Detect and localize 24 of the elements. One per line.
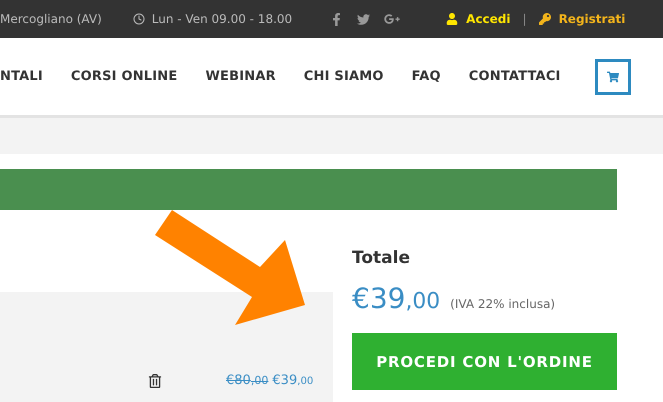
- google-plus-icon[interactable]: [384, 11, 400, 27]
- user-icon: [446, 13, 458, 25]
- nav-link[interactable]: CORSI ONLINE: [70, 69, 178, 84]
- nav-link[interactable]: NTALI: [0, 69, 43, 84]
- separator: |: [522, 12, 527, 26]
- opening-hours: Lun - Ven 09.00 - 18.00: [152, 12, 292, 26]
- cart-icon: [606, 70, 619, 82]
- login-link[interactable]: Accedi: [466, 12, 511, 26]
- register-link[interactable]: Registrati: [558, 12, 626, 26]
- total-price: €39,00: [352, 282, 440, 315]
- nav-link[interactable]: WEBINAR: [205, 69, 276, 84]
- item-price: €39,00: [272, 373, 314, 388]
- nav-link[interactable]: CONTATTACI: [468, 69, 561, 84]
- address-text: Mercogliano (AV): [0, 12, 102, 26]
- arrow-icon: [155, 210, 305, 325]
- clock-icon: [132, 13, 145, 25]
- tax-note: (IVA 22% inclusa): [450, 297, 556, 311]
- nav-link[interactable]: CHI SIAMO: [304, 69, 384, 84]
- key-icon: [538, 13, 551, 25]
- nav-link[interactable]: FAQ: [412, 69, 441, 84]
- trash-icon[interactable]: [148, 374, 162, 388]
- twitter-icon[interactable]: [357, 12, 370, 26]
- cart-button[interactable]: [594, 58, 631, 94]
- total-title: Totale: [352, 248, 411, 268]
